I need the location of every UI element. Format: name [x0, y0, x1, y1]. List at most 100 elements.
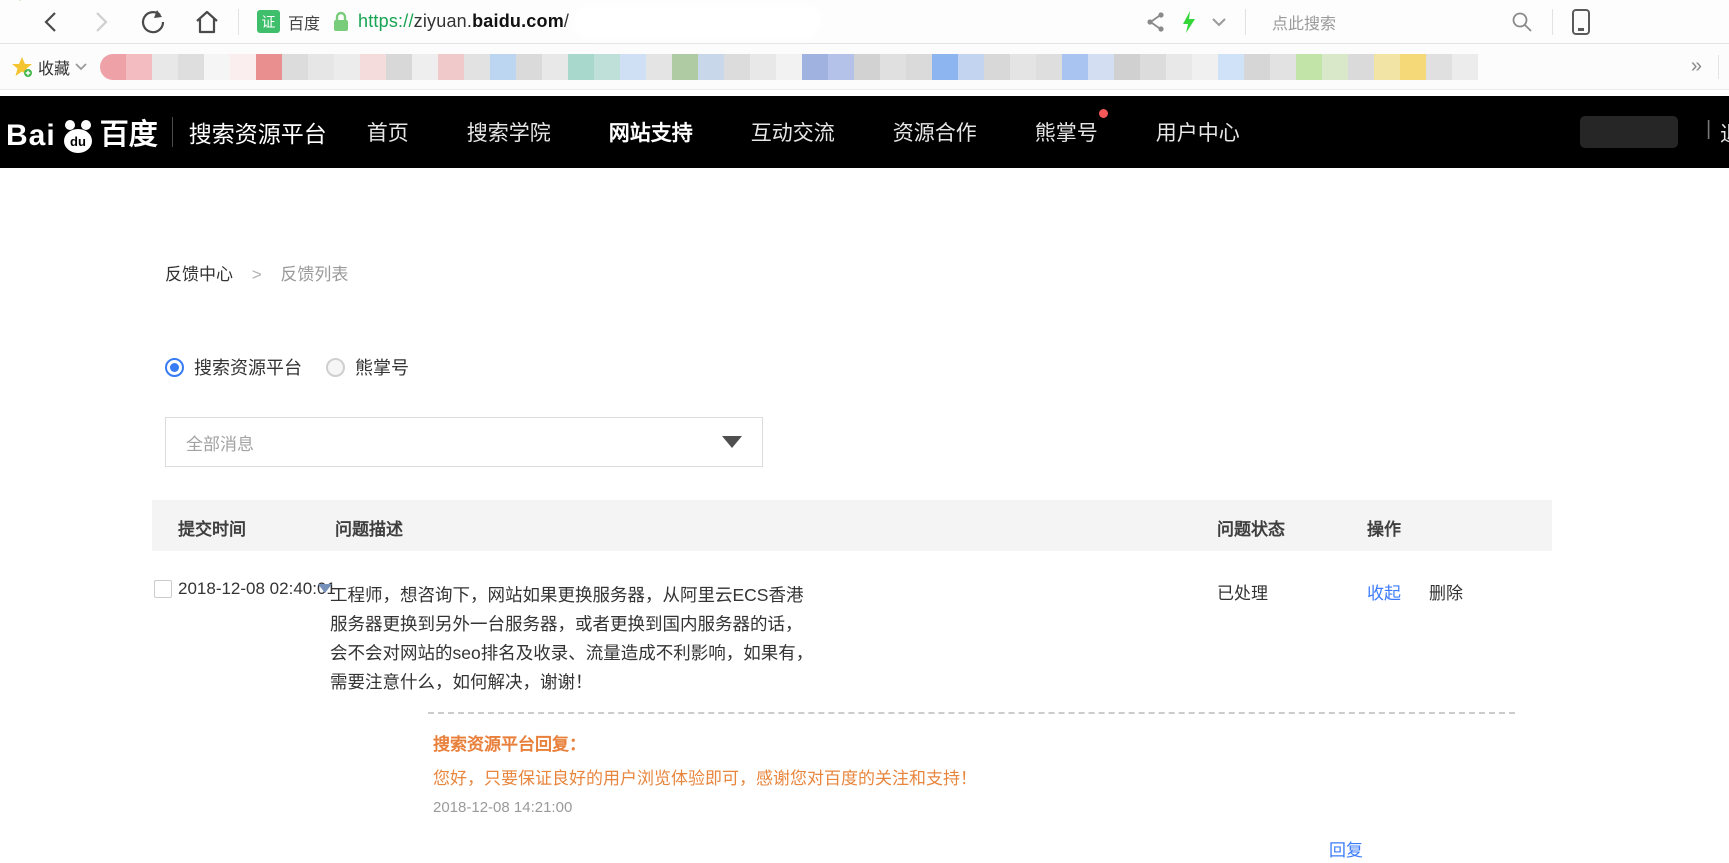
bookmark-redacted-item[interactable]	[828, 54, 854, 80]
bookmark-redacted-item[interactable]	[1400, 54, 1426, 80]
bookmark-redacted-item[interactable]	[1374, 54, 1400, 80]
bookmark-redacted-item[interactable]	[464, 54, 490, 80]
reply-block: 搜索资源平台回复： 您好，只要保证良好的用户浏览体验即可，感谢您对百度的关注和支…	[433, 730, 1552, 816]
baidu-logo[interactable]: Bai du 百度	[6, 111, 158, 153]
favorites-star-icon[interactable]	[10, 55, 34, 79]
bookmark-redacted-item[interactable]	[906, 54, 932, 80]
nav-item-用户中心[interactable]: 用户中心	[1156, 117, 1240, 147]
radio-label-熊掌号[interactable]: 熊掌号	[355, 354, 409, 380]
bookmark-redacted-item[interactable]	[1244, 54, 1270, 80]
bookmark-redacted-item[interactable]	[880, 54, 906, 80]
bookmark-redacted-item[interactable]	[646, 54, 672, 80]
bookmark-redacted-item[interactable]	[542, 54, 568, 80]
bookmark-redacted-item[interactable]	[1114, 54, 1140, 80]
search-input[interactable]: 点此搜索	[1272, 10, 1502, 34]
bookmark-redacted-item[interactable]	[126, 54, 152, 80]
nav-item-资源合作[interactable]: 资源合作	[893, 117, 977, 147]
header-description: 问题描述	[335, 515, 403, 540]
collapse-link[interactable]: 收起	[1367, 579, 1401, 604]
bookmark-redacted-item[interactable]	[1322, 54, 1348, 80]
bookmark-redacted-item[interactable]	[490, 54, 516, 80]
table-row: 2018-12-08 02:40:01 工程师，想咨询下，网站如果更换服务器，从…	[152, 551, 1552, 861]
chevron-down-icon[interactable]	[1211, 16, 1227, 28]
nav-item-互动交流[interactable]: 互动交流	[751, 117, 835, 147]
bookmark-redacted-item[interactable]	[360, 54, 386, 80]
favorites-chevron-icon[interactable]	[74, 62, 88, 72]
bookmark-redacted-item[interactable]	[698, 54, 724, 80]
bookmark-redacted-item[interactable]	[672, 54, 698, 80]
address-bar[interactable]: 证 百度 https://ziyuan.baidu.com/	[257, 9, 817, 35]
mobile-icon[interactable]	[1571, 8, 1591, 36]
bookmark-redacted-item[interactable]	[1036, 54, 1062, 80]
user-name-redacted[interactable]	[1580, 116, 1678, 148]
bookmark-redacted-item[interactable]	[1270, 54, 1296, 80]
bookmark-redacted-item[interactable]	[438, 54, 464, 80]
bookmark-redacted-item[interactable]	[1010, 54, 1036, 80]
bookmark-redacted-item[interactable]	[282, 54, 308, 80]
bookmark-redacted-item[interactable]	[984, 54, 1010, 80]
question-line: 服务器更换到另外一台服务器，或者更换到国内服务器的话，	[330, 610, 890, 639]
bookmark-redacted-item[interactable]	[620, 54, 646, 80]
bookmark-redacted-item[interactable]	[802, 54, 828, 80]
bookmark-redacted-item[interactable]	[152, 54, 178, 80]
radio-label-搜索资源平台[interactable]: 搜索资源平台	[194, 354, 302, 380]
bookmark-redacted-item[interactable]	[308, 54, 334, 80]
bookmark-redacted-item[interactable]	[1062, 54, 1088, 80]
nav-item-首页[interactable]: 首页	[367, 117, 409, 147]
question-line: 会不会对网站的seo排名及收录、流量造成不利影响，如果有，	[330, 639, 890, 668]
bookmark-redacted-item[interactable]	[256, 54, 282, 80]
site-name-label: 百度	[288, 10, 320, 34]
bookmark-redacted-item[interactable]	[750, 54, 776, 80]
message-filter-dropdown[interactable]: 全部消息	[165, 417, 763, 467]
bookmark-redacted-item[interactable]	[1140, 54, 1166, 80]
url-text[interactable]: https://ziyuan.baidu.com/	[358, 11, 569, 32]
nav-item-搜索学院[interactable]: 搜索学院	[467, 117, 551, 147]
bookmarks-overflow-icon[interactable]: »	[1691, 55, 1702, 78]
bookmark-redacted-item[interactable]	[1426, 54, 1452, 80]
nav-clipped-item[interactable]: 退	[1720, 118, 1729, 148]
bookmark-redacted-item[interactable]	[958, 54, 984, 80]
bookmark-redacted-item[interactable]	[594, 54, 620, 80]
row-submit-time: 2018-12-08 02:40:01	[178, 579, 336, 599]
row-checkbox[interactable]	[154, 580, 172, 598]
bookmark-redacted-item[interactable]	[724, 54, 750, 80]
bookmark-redacted-item[interactable]	[178, 54, 204, 80]
forward-icon[interactable]	[90, 10, 112, 34]
back-icon[interactable]	[40, 10, 62, 34]
bookmark-redacted-item[interactable]	[100, 54, 126, 80]
reply-link[interactable]: 回复	[1329, 841, 1363, 860]
bookmark-redacted-item[interactable]	[386, 54, 412, 80]
bookmark-redacted-item[interactable]	[932, 54, 958, 80]
baidu-logo-latin: Bai	[6, 119, 56, 153]
header-operations: 操作	[1367, 515, 1401, 540]
radio-搜索资源平台[interactable]	[165, 358, 184, 377]
bookmark-redacted-item[interactable]	[568, 54, 594, 80]
collapse-triangle-icon[interactable]	[318, 584, 332, 593]
bookmark-redacted-item[interactable]	[1296, 54, 1322, 80]
bookmark-redacted-item[interactable]	[334, 54, 360, 80]
radio-熊掌号[interactable]	[326, 358, 345, 377]
breadcrumb-feedback-center[interactable]: 反馈中心	[165, 265, 233, 284]
share-icon[interactable]	[1145, 11, 1167, 33]
lightning-icon[interactable]	[1181, 10, 1197, 34]
bookmark-redacted-item[interactable]	[1088, 54, 1114, 80]
bookmark-redacted-item[interactable]	[516, 54, 542, 80]
bookmark-redacted-item[interactable]	[1348, 54, 1374, 80]
bookmark-redacted-item[interactable]	[1218, 54, 1244, 80]
bookmark-redacted-item[interactable]	[412, 54, 438, 80]
cert-badge-icon[interactable]: 证	[257, 10, 280, 33]
bookmark-redacted-item[interactable]	[204, 54, 230, 80]
bookmark-redacted-item[interactable]	[1166, 54, 1192, 80]
delete-link[interactable]: 删除	[1429, 579, 1463, 604]
bookmark-redacted-item[interactable]	[1452, 54, 1478, 80]
bookmark-redacted-item[interactable]	[776, 54, 802, 80]
nav-item-熊掌号[interactable]: 熊掌号	[1035, 117, 1098, 147]
bookmark-redacted-item[interactable]	[230, 54, 256, 80]
favorites-label[interactable]: 收藏	[38, 55, 70, 79]
refresh-icon[interactable]	[140, 9, 166, 35]
bookmark-redacted-item[interactable]	[854, 54, 880, 80]
home-icon[interactable]	[194, 9, 220, 35]
bookmark-redacted-item[interactable]	[1192, 54, 1218, 80]
search-icon[interactable]	[1510, 10, 1534, 34]
nav-item-网站支持[interactable]: 网站支持	[609, 117, 693, 147]
